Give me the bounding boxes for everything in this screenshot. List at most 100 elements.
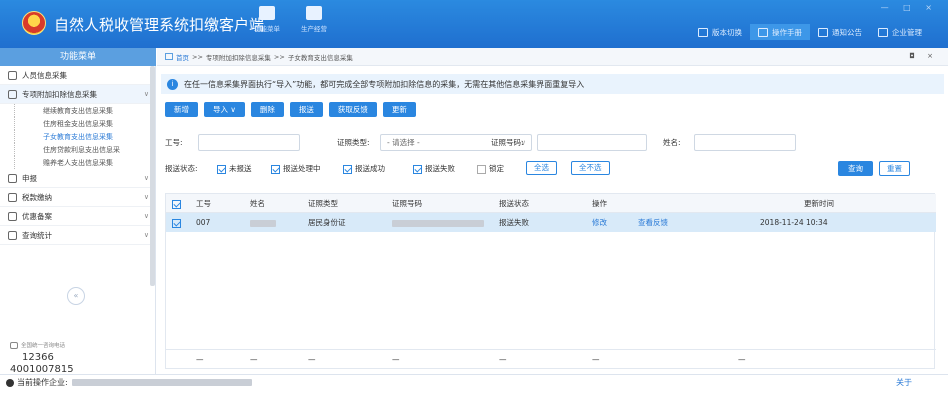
grid-icon [8, 230, 17, 240]
select-none-button[interactable]: 全不选 [571, 161, 610, 175]
checkbox-checked-icon [343, 164, 352, 174]
submit-button[interactable]: 报送 [289, 102, 323, 117]
table-header: 工号 姓名 证照类型 证照号码 报送状态 操作 更新时间 [166, 194, 936, 213]
col-emp-no: 工号 [196, 199, 211, 208]
table-row[interactable]: 007 居民身份证 报送失败 修改 查看反馈 2018-11-24 10:34 [166, 213, 936, 232]
add-button[interactable]: 新增 [165, 102, 198, 117]
table-footer: — — — — — — — [166, 349, 936, 369]
col-name: 姓名 [250, 199, 265, 208]
row-checkbox[interactable] [172, 213, 184, 232]
sidebar-sub-children-education[interactable]: 子女教育支出信息采集 [14, 130, 155, 143]
toplink-notice[interactable]: 通知公告 [810, 24, 870, 40]
data-table: 工号 姓名 证照类型 证照号码 报送状态 操作 更新时间 007 居民身份证 报… [165, 193, 936, 369]
breadcrumb-level2: 子女教育支出信息采集 [287, 53, 353, 62]
id-no-label: 证照号码: [491, 138, 524, 147]
toolbar: 新增 导入 ∨ 删除 报送 获取反馈 更新 [165, 102, 948, 117]
grid-icon [8, 173, 17, 183]
cell-id-type: 居民身份证 [308, 218, 346, 227]
hotline-number-1: 12366 [22, 352, 54, 363]
about-link[interactable]: 关于 [896, 377, 912, 388]
tab-controls[interactable]: ◘ × [909, 52, 938, 60]
current-company-label: 当前操作企业: [17, 378, 68, 387]
sidebar-collapse-button[interactable]: « [67, 287, 85, 305]
update-button[interactable]: 更新 [382, 102, 416, 117]
col-updated: 更新时间 [804, 199, 834, 208]
grid-icon [8, 192, 17, 202]
view-feedback-link[interactable]: 查看反馈 [638, 213, 668, 232]
breadcrumb-home[interactable]: 首页 [176, 52, 189, 62]
get-feedback-button[interactable]: 获取反馈 [328, 102, 377, 117]
toplink-manual[interactable]: 操作手册 [750, 24, 810, 40]
cell-updated: 2018-11-24 10:34 [760, 218, 828, 227]
status-failed[interactable]: 报送失败 [413, 163, 455, 174]
title-bar: 自然人税收管理系统扣缴客户端 功能菜单 生产经营 — □ × 版本切换 操作手册… [0, 0, 948, 48]
app-title: 自然人税收管理系统扣缴客户端 [54, 16, 265, 34]
topnav-production[interactable]: 生产经营 [292, 6, 336, 33]
manual-icon [758, 27, 768, 37]
breadcrumb: 首页 >> 专项附加扣除信息采集 >> 子女教育支出信息采集 ◘ × [157, 48, 948, 66]
toplink-version-switch[interactable]: 版本切换 [690, 24, 750, 40]
status-unsubmitted[interactable]: 未报送 [217, 163, 252, 174]
checkbox-checked-icon [271, 164, 280, 174]
home-icon [165, 53, 173, 60]
emp-no-input[interactable] [198, 134, 300, 151]
cell-name-masked [250, 213, 276, 232]
sidebar: 人员信息采集 专项附加扣除信息采集 ∨ 继续教育支出信息采集 住房租金支出信息采… [0, 66, 156, 375]
menu-icon [259, 6, 275, 20]
sidebar-sub-continuing-education[interactable]: 继续教育支出信息采集 [14, 104, 155, 117]
sidebar-item-tax-payment[interactable]: 税款缴纳 ∨ [0, 188, 155, 207]
list-icon [8, 89, 17, 99]
cell-status: 报送失败 [499, 218, 529, 227]
cell-emp-no: 007 [196, 218, 211, 227]
info-icon: i [167, 78, 178, 90]
sidebar-item-person-info[interactable]: 人员信息采集 [0, 66, 155, 85]
col-status: 报送状态 [499, 199, 529, 208]
cell-id-no-masked [392, 213, 484, 232]
edit-link[interactable]: 修改 [592, 213, 607, 232]
sidebar-sub-housing-rent[interactable]: 住房租金支出信息采集 [14, 117, 155, 130]
toplink-company[interactable]: 企业管理 [870, 24, 930, 40]
chevron-down-icon: ∨ [143, 231, 149, 239]
search-row-2: 报送状态: 未报送 报送处理中 报送成功 报送失败 锁定 全选 全不选 查询 重… [157, 160, 948, 178]
briefcase-icon [306, 6, 322, 20]
hotline: 全国统一咨询电话 12366 4001007815 [10, 341, 74, 375]
id-no-input[interactable] [537, 134, 647, 151]
search-row-1: 工号: 证照类型: - 请选择 - ∨ 证照号码: 姓名: [157, 134, 948, 152]
sidebar-header: 功能菜单 [0, 48, 156, 66]
status-bar: 当前操作企业: 关于 [0, 374, 948, 402]
phone-icon [10, 341, 18, 349]
status-processing[interactable]: 报送处理中 [271, 163, 321, 174]
current-company-masked [71, 379, 252, 386]
col-id-no: 证照号码 [392, 199, 422, 208]
id-type-label: 证照类型: [337, 138, 370, 147]
name-input[interactable] [694, 134, 796, 151]
main-panel: 首页 >> 专项附加扣除信息采集 >> 子女教育支出信息采集 ◘ × i 在任一… [157, 48, 948, 374]
reset-button[interactable]: 重置 [879, 161, 910, 176]
tax-emblem-logo [22, 11, 46, 35]
import-button[interactable]: 导入 ∨ [204, 102, 245, 117]
status-locked[interactable]: 锁定 [477, 163, 504, 174]
chevron-down-icon: ∨ [143, 212, 149, 220]
checkbox-checked-icon [413, 164, 422, 174]
sidebar-sub-mortgage-interest[interactable]: 住房贷款利息支出信息采 [14, 143, 155, 156]
checkbox-checked-icon [217, 164, 226, 174]
window-controls[interactable]: — □ × [881, 3, 938, 12]
sidebar-item-special-deduction[interactable]: 专项附加扣除信息采集 ∨ [0, 85, 155, 104]
doc-icon [8, 211, 17, 221]
sidebar-item-query-stats[interactable]: 查询统计 ∨ [0, 226, 155, 245]
name-label: 姓名: [663, 138, 681, 147]
top-links: 版本切换 操作手册 通知公告 企业管理 [690, 24, 930, 40]
sidebar-item-declare[interactable]: 申报 ∨ [0, 169, 155, 188]
import-notice: i 在任一信息采集界面执行“导入”功能，都可完成全部专项附加扣除信息的采集，无需… [161, 74, 944, 94]
emp-no-label: 工号: [165, 138, 183, 147]
sidebar-scrollbar[interactable] [150, 66, 155, 286]
delete-button[interactable]: 删除 [250, 102, 284, 117]
status-success[interactable]: 报送成功 [343, 163, 385, 174]
query-button[interactable]: 查询 [838, 161, 873, 176]
col-id-type: 证照类型 [308, 199, 338, 208]
sidebar-sub-elderly-support[interactable]: 赡养老人支出信息采集 [14, 156, 155, 169]
select-all-button[interactable]: 全选 [526, 161, 557, 175]
select-all-checkbox[interactable] [172, 194, 184, 213]
sidebar-item-preferential-filing[interactable]: 优惠备案 ∨ [0, 207, 155, 226]
topnav-function-menu[interactable]: 功能菜单 [245, 6, 289, 33]
